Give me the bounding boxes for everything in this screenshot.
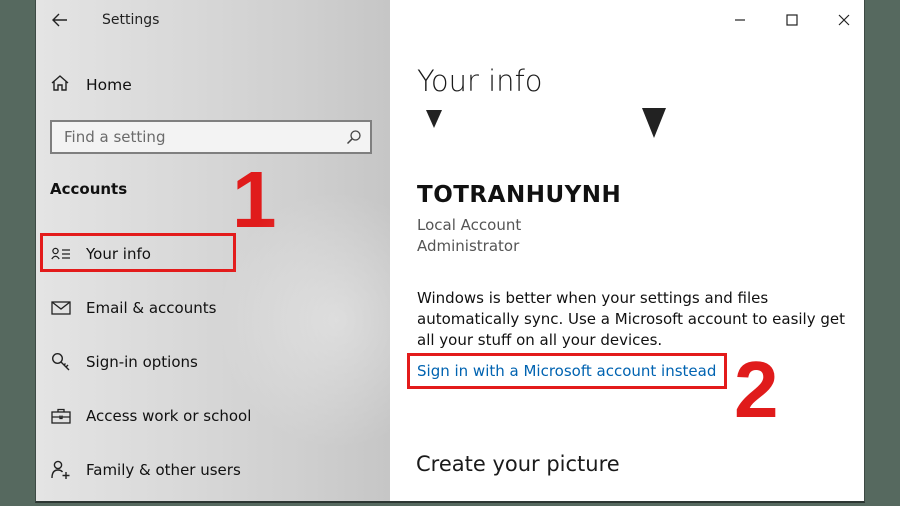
annotation-number-1: 1 [232, 155, 277, 244]
annotation-number-2: 2 [734, 345, 779, 434]
avatar-fragment-left [426, 110, 442, 128]
sidebar-item-access-work[interactable]: Access work or school [50, 403, 251, 429]
search-input[interactable] [52, 122, 356, 152]
sidebar-item-label: Access work or school [86, 407, 252, 425]
sidebar-item-sign-in-options[interactable]: Sign-in options [50, 349, 198, 375]
window-title: Settings [102, 12, 160, 28]
sync-description: Windows is better when your settings and… [417, 289, 845, 349]
account-type: Local Account [417, 216, 522, 234]
mail-icon [50, 298, 72, 318]
back-arrow-icon[interactable] [48, 6, 72, 34]
annotation-highlight-1 [40, 233, 236, 272]
sidebar: Settings Home Accounts Your info Email [36, 0, 456, 501]
account-role: Administrator [417, 237, 520, 255]
maximize-icon[interactable] [778, 10, 806, 30]
briefcase-icon [50, 406, 72, 426]
home-label: Home [86, 76, 132, 94]
avatar-fragment-right [642, 108, 666, 138]
main-content: Your info TOTRANHUYNH Local Account Admi… [390, 0, 864, 501]
sidebar-item-label: Email & accounts [86, 299, 217, 317]
page-title: Your info [417, 64, 543, 98]
settings-window: Settings Home Accounts Your info Email [35, 0, 865, 503]
user-name: TOTRANHUYNH [417, 182, 622, 208]
section-title-accounts: Accounts [50, 180, 128, 198]
search-box[interactable] [50, 120, 372, 154]
person-add-icon [50, 460, 72, 480]
minimize-icon[interactable] [726, 10, 754, 30]
sidebar-item-email-accounts[interactable]: Email & accounts [50, 295, 216, 321]
annotation-highlight-2 [407, 353, 727, 389]
home-nav-item[interactable]: Home [50, 72, 132, 98]
close-icon[interactable] [830, 10, 858, 30]
search-icon[interactable] [346, 129, 362, 149]
sidebar-item-family-users[interactable]: Family & other users [50, 457, 241, 483]
sidebar-item-label: Sign-in options [86, 353, 198, 371]
key-icon [50, 352, 72, 372]
create-picture-heading: Create your picture [416, 452, 620, 476]
home-icon [50, 74, 70, 96]
sidebar-item-label: Family & other users [86, 461, 241, 479]
